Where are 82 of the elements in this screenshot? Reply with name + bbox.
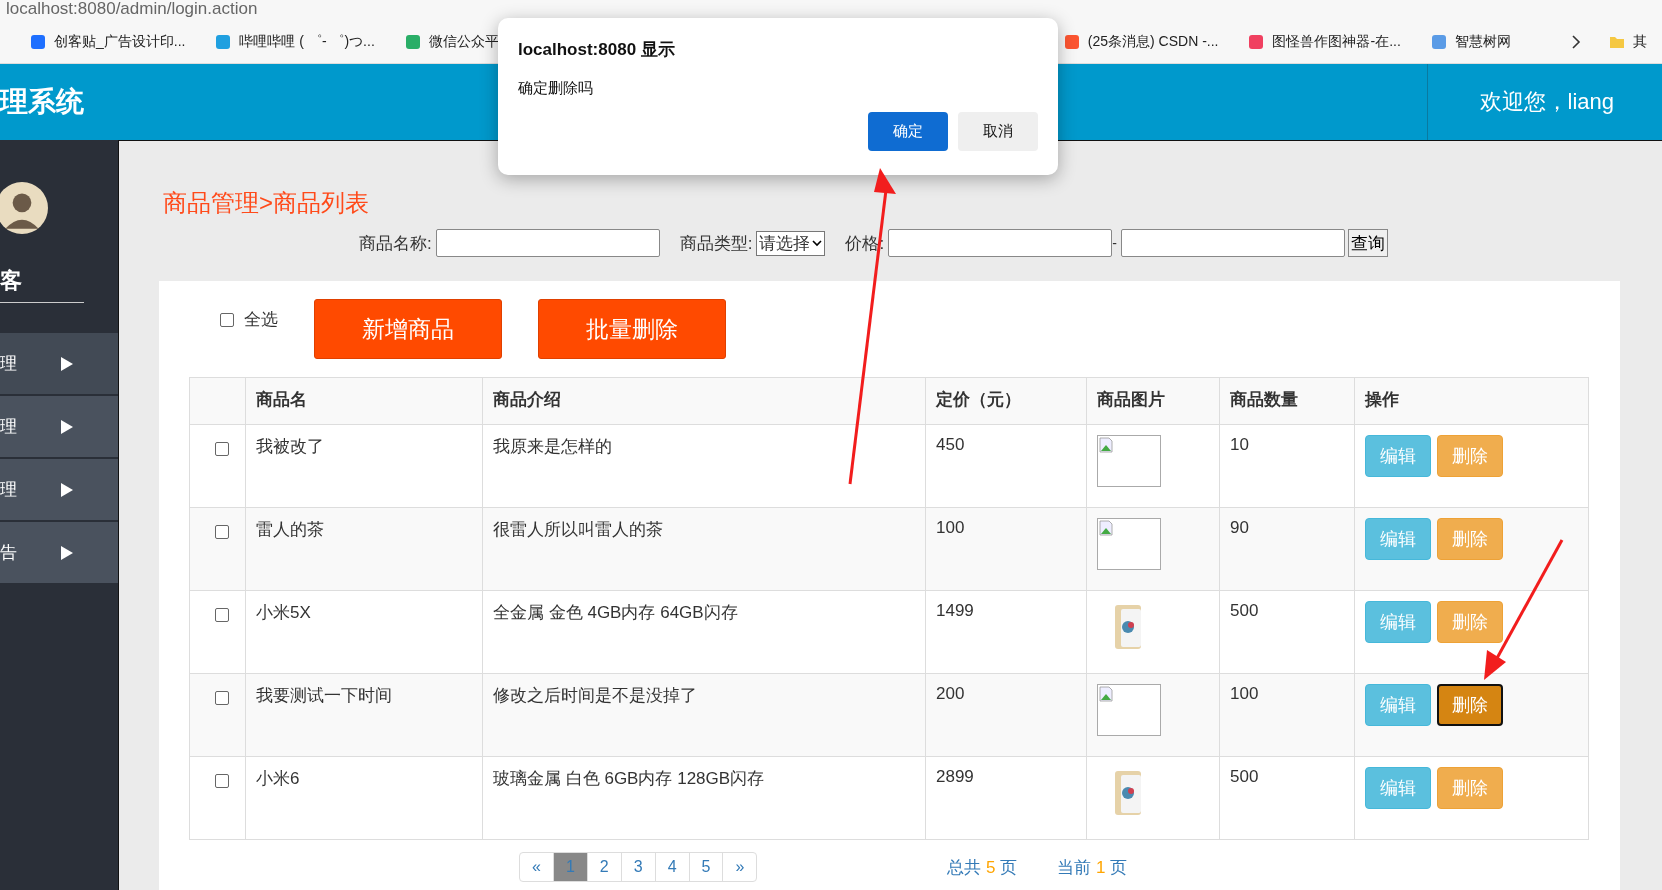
column-header: 商品数量 xyxy=(1219,377,1355,425)
row-checkbox[interactable] xyxy=(214,525,229,539)
column-header: 商品图片 xyxy=(1086,377,1220,425)
triangle-icon xyxy=(60,418,74,435)
table-cell: 我要测试一下时间 xyxy=(245,673,483,757)
table-cell: 雷人的茶 xyxy=(245,507,483,591)
table-cell: 1499 xyxy=(925,590,1087,674)
table-cell: 很雷人所以叫雷人的茶 xyxy=(482,507,926,591)
row-checkbox[interactable] xyxy=(214,608,229,622)
bookmark-folder[interactable]: 其 xyxy=(1608,32,1647,51)
delete-button[interactable]: 删除 xyxy=(1437,684,1503,726)
type-label: 商品类型: xyxy=(679,232,753,255)
breadcrumb: 商品管理>商品列表 xyxy=(163,188,370,218)
table-cell: 我原来是怎样的 xyxy=(482,424,926,508)
chevron-icon[interactable] xyxy=(1570,33,1581,50)
select-all-checkbox[interactable] xyxy=(220,312,234,327)
column-header: 商品名 xyxy=(245,377,483,425)
bookmark-link[interactable]: 创客贴_广告设计印... xyxy=(30,32,186,51)
dialog-message: 确定删除吗 xyxy=(518,79,594,98)
page-button[interactable]: 5 xyxy=(688,853,723,881)
table-cell: 10 xyxy=(1219,424,1355,508)
row-checkbox[interactable] xyxy=(214,442,229,456)
sidebar-item[interactable]: 理 xyxy=(0,396,118,459)
type-select[interactable]: 请选择 xyxy=(756,230,826,256)
total-pages-text: 总共 5 页 xyxy=(947,856,1018,879)
page-button[interactable]: 4 xyxy=(654,853,689,881)
column-header: 商品介绍 xyxy=(482,377,926,425)
bookmark-link[interactable]: 智慧树网 xyxy=(1430,32,1511,51)
price-label: 价格: xyxy=(845,232,885,255)
table-cell: 2899 xyxy=(925,756,1087,840)
column-header: 操作 xyxy=(1354,377,1589,425)
bookmark-link[interactable]: (25条消息) CSDN -... xyxy=(1063,32,1219,51)
bookmark-link[interactable]: 微信公众平 xyxy=(404,32,499,51)
table-cell: 修改之后时间是不是没掉了 xyxy=(482,673,926,757)
max-price-input[interactable] xyxy=(1120,229,1345,257)
sidebar-item[interactable]: 理 xyxy=(0,459,118,522)
table-cell: 100 xyxy=(1219,673,1355,757)
broken-image-icon xyxy=(1097,518,1161,570)
name-label: 商品名称: xyxy=(359,232,432,255)
app-title: 理系统 xyxy=(0,85,84,119)
page-button[interactable]: 2 xyxy=(586,853,621,881)
table-cell: 500 xyxy=(1219,590,1355,674)
name-input[interactable] xyxy=(435,229,660,257)
cancel-button[interactable]: 取消 xyxy=(958,112,1038,151)
next-page-button[interactable]: » xyxy=(722,853,757,881)
row-checkbox[interactable] xyxy=(214,774,229,788)
chevron-icon xyxy=(812,239,823,247)
add-button[interactable]: 新增商品 xyxy=(314,299,502,359)
confirm-button[interactable]: 确定 xyxy=(868,112,948,151)
bookmark-link[interactable]: 哔哩哔哩 ( ゜- ゜)つ... xyxy=(215,32,375,51)
table-cell: 我被改了 xyxy=(245,424,483,508)
current-page-text: 当前 1 页 xyxy=(1057,856,1128,879)
bookmark-link[interactable]: 图怪兽作图神器-在... xyxy=(1248,32,1401,51)
select-all-label: 全选 xyxy=(244,309,278,331)
table-cell: 小米5X xyxy=(245,590,483,674)
previous-page-button[interactable]: « xyxy=(520,853,553,881)
address-text[interactable]: localhost:8080/admin/login.action xyxy=(6,0,258,19)
sidebar-item[interactable]: 理 xyxy=(0,333,118,396)
query-button[interactable]: 查询 xyxy=(1347,229,1388,257)
page-button[interactable]: 3 xyxy=(620,853,655,881)
range-separator: - xyxy=(1112,235,1117,251)
user-name: 客 xyxy=(0,266,84,303)
min-price-input[interactable] xyxy=(888,229,1113,257)
table-cell: 小米6 xyxy=(245,756,483,840)
table-cell: 450 xyxy=(925,424,1087,508)
batch-delete-button[interactable]: 批量删除 xyxy=(538,299,726,359)
table-cell: 90 xyxy=(1219,507,1355,591)
table-cell: 100 xyxy=(925,507,1087,591)
broken-image-icon xyxy=(1097,435,1161,487)
triangle-icon xyxy=(60,355,74,372)
table-cell: 玻璃金属 白色 6GB内存 128GB闪存 xyxy=(482,756,926,840)
broken-image-icon xyxy=(1097,684,1161,736)
table-cell: 200 xyxy=(925,673,1087,757)
column-header: 定价（元） xyxy=(925,377,1087,425)
triangle-icon xyxy=(60,481,74,498)
table-cell: 500 xyxy=(1219,756,1355,840)
table-cell: 全金属 金色 4GB内存 64GB闪存 xyxy=(482,590,926,674)
welcome-text: 欢迎您，liang xyxy=(1426,64,1662,140)
dialog-title: localhost:8080 显示 xyxy=(518,39,676,61)
triangle-icon xyxy=(60,544,74,561)
row-checkbox[interactable] xyxy=(214,691,229,705)
sidebar-item[interactable]: 告 xyxy=(0,522,118,585)
